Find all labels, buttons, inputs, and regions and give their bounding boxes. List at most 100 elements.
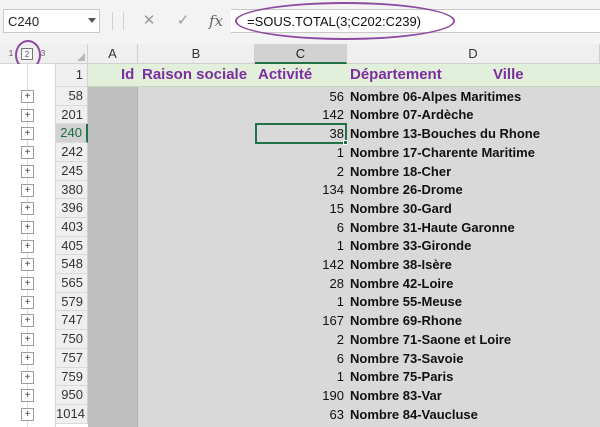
expand-group-button[interactable]: + bbox=[21, 258, 34, 271]
subtotal-label-cell[interactable]: Nombre 30-Gard bbox=[350, 199, 452, 218]
expand-group-button[interactable]: + bbox=[21, 389, 34, 402]
subtotal-label-cell[interactable]: Nombre 42-Loire bbox=[350, 274, 453, 293]
table-row: 190 Nombre 83-Var bbox=[138, 386, 600, 405]
activity-count-cell[interactable]: 15 bbox=[255, 199, 347, 218]
subtotal-label-cell[interactable]: Nombre 31-Haute Garonne bbox=[350, 218, 515, 237]
activity-count-cell[interactable]: 63 bbox=[255, 405, 347, 424]
row-header[interactable]: 201 bbox=[56, 106, 88, 124]
subtotal-label-cell[interactable]: Nombre 26-Drome bbox=[350, 181, 463, 199]
row-header[interactable]: 240 bbox=[56, 124, 88, 143]
subtotal-label-cell[interactable]: Nombre 13-Bouches du Rhone bbox=[350, 124, 540, 143]
outline-level-2-button[interactable]: 2 bbox=[21, 48, 33, 60]
divider bbox=[112, 12, 113, 30]
expand-group-button[interactable]: + bbox=[21, 146, 34, 159]
table-row: 63 Nombre 84-Vaucluse bbox=[138, 405, 600, 424]
row-header[interactable]: 405 bbox=[56, 237, 88, 255]
row-header[interactable]: 1014 bbox=[56, 405, 88, 424]
header-id[interactable]: Id bbox=[121, 66, 134, 83]
expand-group-button[interactable]: + bbox=[21, 202, 34, 215]
column-header-b[interactable]: B bbox=[138, 44, 255, 64]
subtotal-label-cell[interactable]: Nombre 17-Charente Maritime bbox=[350, 143, 535, 162]
cancel-icon[interactable]: ✕ bbox=[136, 10, 162, 32]
row-header-1[interactable]: 1 bbox=[56, 64, 88, 87]
expand-group-button[interactable]: + bbox=[21, 127, 34, 140]
expand-group-button[interactable]: + bbox=[21, 352, 34, 365]
row-header[interactable]: 403 bbox=[56, 218, 88, 237]
expand-group-button[interactable]: + bbox=[21, 109, 34, 122]
activity-count-cell[interactable]: 190 bbox=[255, 386, 347, 405]
row-header[interactable]: 58 bbox=[56, 87, 88, 106]
header-raison-sociale[interactable]: Raison sociale bbox=[142, 66, 247, 83]
column-header-c[interactable]: C bbox=[255, 44, 347, 64]
column-header-a[interactable]: A bbox=[88, 44, 138, 64]
expand-group-button[interactable]: + bbox=[21, 314, 34, 327]
row-header[interactable]: 245 bbox=[56, 162, 88, 181]
insert-function-icon[interactable]: fx bbox=[204, 10, 228, 32]
activity-count-cell[interactable]: 142 bbox=[255, 106, 347, 124]
outline-level-3-button[interactable]: 3 bbox=[37, 48, 49, 60]
row-header[interactable]: 396 bbox=[56, 199, 88, 218]
header-ville[interactable]: Ville bbox=[493, 66, 524, 83]
row-header[interactable]: 242 bbox=[56, 143, 88, 162]
subtotal-label-cell[interactable]: Nombre 71-Saone et Loire bbox=[350, 330, 511, 349]
expand-group-button[interactable]: + bbox=[21, 371, 34, 384]
subtotal-label-cell[interactable]: Nombre 69-Rhone bbox=[350, 311, 462, 330]
table-row: 167 Nombre 69-Rhone bbox=[138, 311, 600, 330]
activity-count-cell[interactable]: 1 bbox=[255, 237, 347, 255]
subtotal-label-cell[interactable]: Nombre 06-Alpes Maritimes bbox=[350, 87, 521, 106]
row-header[interactable]: 747 bbox=[56, 311, 88, 330]
activity-count-cell[interactable]: 6 bbox=[255, 218, 347, 237]
expand-group-button[interactable]: + bbox=[21, 184, 34, 197]
row-header[interactable]: 579 bbox=[56, 293, 88, 311]
row-header[interactable]: 565 bbox=[56, 274, 88, 293]
activity-count-cell[interactable]: 167 bbox=[255, 311, 347, 330]
subtotal-label-cell[interactable]: Nombre 83-Var bbox=[350, 386, 442, 405]
expand-group-button[interactable]: + bbox=[21, 296, 34, 309]
subtotal-label-cell[interactable]: Nombre 18-Cher bbox=[350, 162, 451, 181]
row-header[interactable]: 380 bbox=[56, 181, 88, 199]
divider bbox=[123, 12, 124, 30]
activity-count-cell[interactable]: 1 bbox=[255, 143, 347, 162]
chevron-down-icon[interactable] bbox=[88, 18, 96, 23]
row-header[interactable]: 950 bbox=[56, 386, 88, 405]
enter-icon[interactable]: ✓ bbox=[170, 10, 196, 32]
subtotal-label-cell[interactable]: Nombre 38-Isère bbox=[350, 255, 452, 274]
activity-count-cell[interactable]: 56 bbox=[255, 87, 347, 106]
expand-group-button[interactable]: + bbox=[21, 333, 34, 346]
column-a-cells bbox=[88, 87, 138, 427]
subtotal-label-cell[interactable]: Nombre 73-Savoie bbox=[350, 349, 463, 368]
subtotal-label-cell[interactable]: Nombre 33-Gironde bbox=[350, 237, 471, 255]
activity-count-cell[interactable]: 2 bbox=[255, 162, 347, 181]
table-row: 56 Nombre 06-Alpes Maritimes bbox=[138, 87, 600, 106]
activity-count-cell[interactable]: 142 bbox=[255, 255, 347, 274]
expand-group-button[interactable]: + bbox=[21, 165, 34, 178]
header-departement[interactable]: Département bbox=[350, 66, 442, 83]
activity-count-cell[interactable]: 134 bbox=[255, 181, 347, 199]
outline-level-1-button[interactable]: 1 bbox=[5, 48, 17, 60]
row-header[interactable]: 759 bbox=[56, 368, 88, 386]
row-header[interactable]: 757 bbox=[56, 349, 88, 368]
subtotal-label-cell[interactable]: Nombre 84-Vaucluse bbox=[350, 405, 478, 424]
activity-count-cell[interactable]: 2 bbox=[255, 330, 347, 349]
subtotal-label-cell[interactable]: Nombre 55-Meuse bbox=[350, 293, 462, 311]
column-header-d[interactable]: D bbox=[347, 44, 600, 64]
subtotal-label-cell[interactable]: Nombre 07-Ardèche bbox=[350, 106, 474, 124]
subtotal-label-cell[interactable]: Nombre 75-Paris bbox=[350, 368, 453, 386]
row-header[interactable]: 548 bbox=[56, 255, 88, 274]
expand-group-button[interactable]: + bbox=[21, 277, 34, 290]
activity-count-cell[interactable]: 28 bbox=[255, 274, 347, 293]
activity-count-cell[interactable]: 38 bbox=[255, 124, 347, 143]
expand-group-button[interactable]: + bbox=[21, 408, 34, 421]
row-header[interactable]: 750 bbox=[56, 330, 88, 349]
expand-group-button[interactable]: + bbox=[21, 90, 34, 103]
formula-input[interactable]: =SOUS.TOTAL(3;C202:C239) bbox=[231, 9, 600, 33]
activity-count-cell[interactable]: 1 bbox=[255, 293, 347, 311]
name-box[interactable]: C240 bbox=[3, 9, 100, 33]
expand-group-button[interactable]: + bbox=[21, 240, 34, 253]
expand-group-button[interactable]: + bbox=[21, 221, 34, 234]
header-activite[interactable]: Activité bbox=[258, 66, 312, 83]
select-all-corner[interactable] bbox=[56, 44, 88, 64]
table-row: 1 Nombre 75-Paris bbox=[138, 368, 600, 386]
activity-count-cell[interactable]: 1 bbox=[255, 368, 347, 386]
activity-count-cell[interactable]: 6 bbox=[255, 349, 347, 368]
